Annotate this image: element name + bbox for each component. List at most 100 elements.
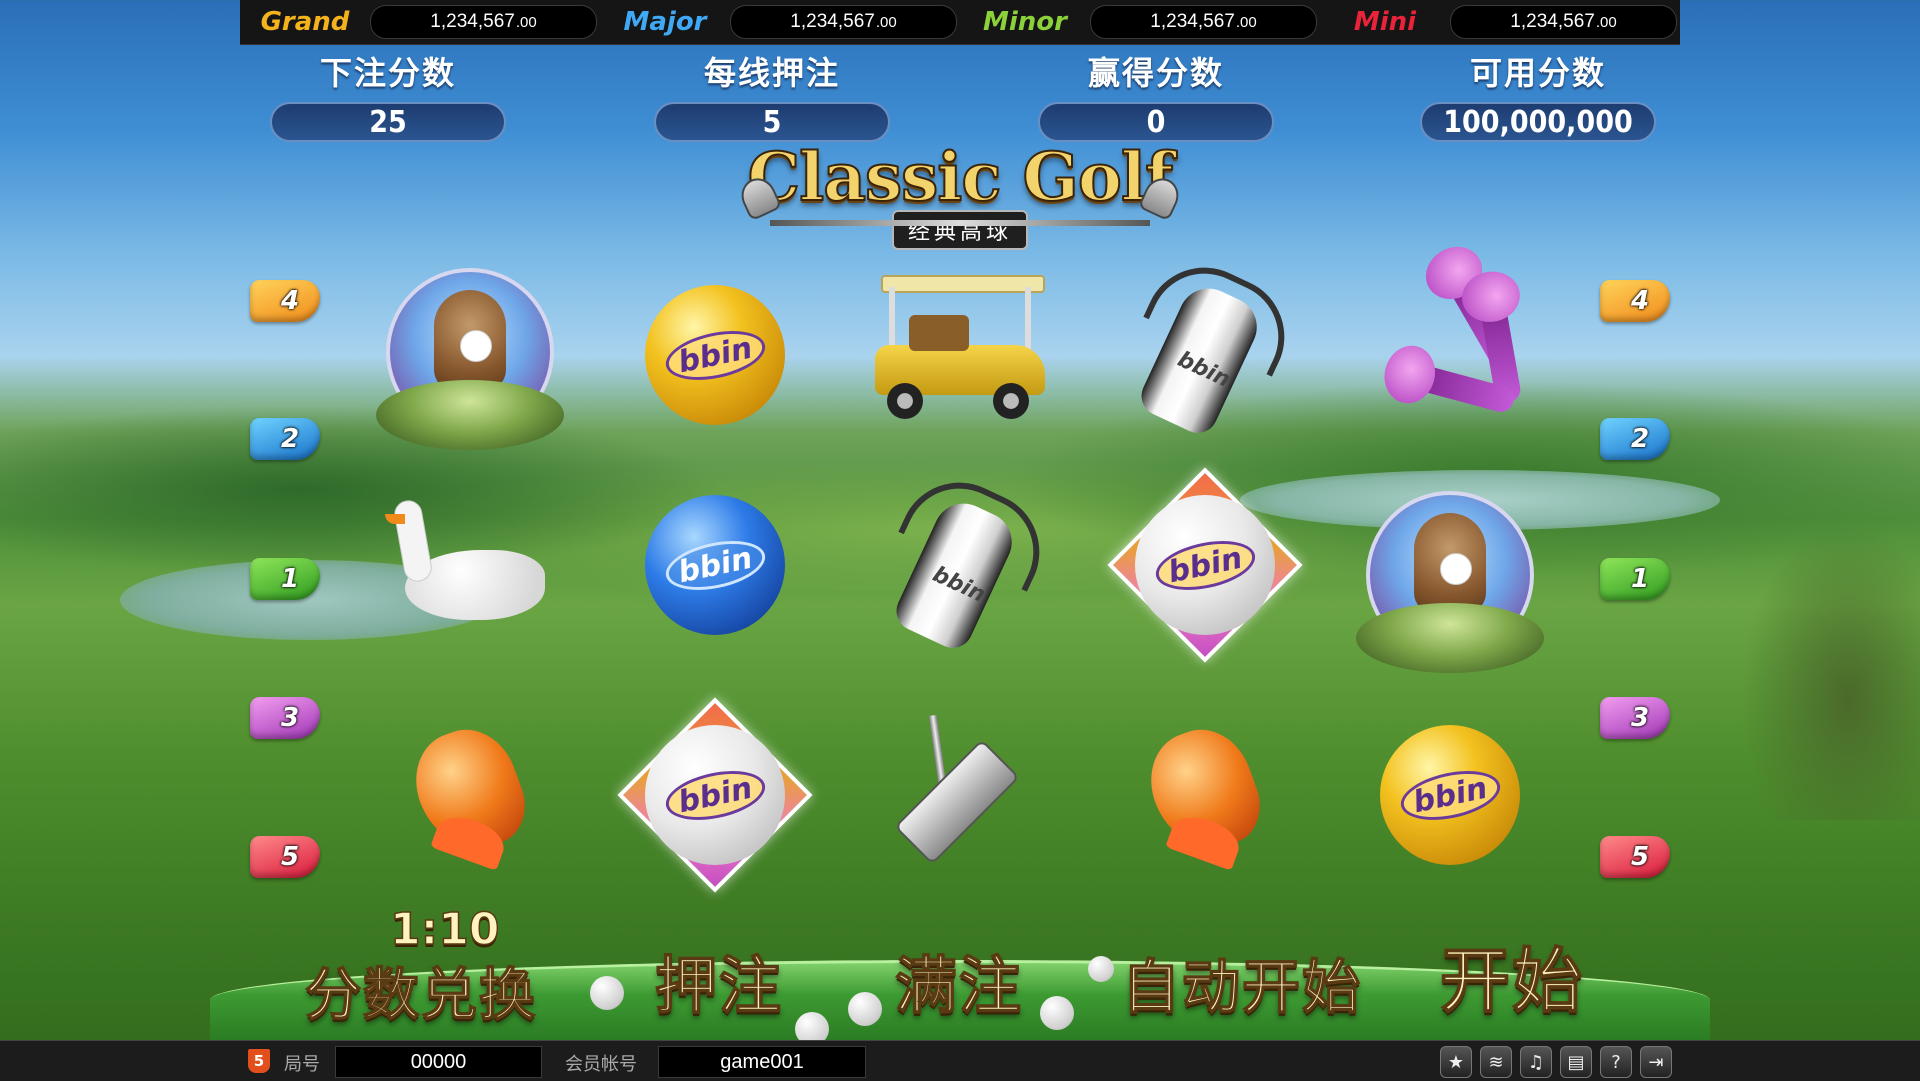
stat-bet-label: 下注分数 <box>319 54 456 92</box>
line-marker-left-5[interactable]: 5 <box>250 836 320 878</box>
golf-cart-icon <box>875 275 1045 425</box>
stat-win-value: 0 <box>1038 102 1274 142</box>
white-golf-ball-icon: bbin <box>1135 495 1275 635</box>
line-marker-left-3[interactable]: 3 <box>250 697 320 739</box>
reel-5-row-1-symbol <box>1355 255 1545 445</box>
logo-subtitle: 经典高球 <box>891 210 1028 250</box>
jackpot-value: 1,234,567.00 <box>730 5 957 39</box>
swan-icon <box>385 498 555 630</box>
reel-3-row-3-symbol <box>865 700 1055 890</box>
html5-icon: 5 <box>248 1049 270 1073</box>
start-button[interactable]: 开始 <box>1439 925 1584 1026</box>
putter-icon <box>885 714 1035 875</box>
gopher-nest-icon <box>1356 491 1544 673</box>
jackpot-minor: Minor 1,234,567.00 <box>960 0 1320 44</box>
line-number: 5 <box>1630 842 1650 872</box>
rss-icon[interactable]: ≋ <box>1480 1046 1512 1078</box>
golf-bag-icon: bbin <box>872 462 1060 663</box>
jackpot-mini: Mini 1,234,567.00 <box>1320 0 1680 44</box>
golf-tees-icon <box>1375 263 1525 425</box>
jackpot-bar: Grand 1,234,567.00 Major 1,234,567.00 Mi… <box>240 0 1680 45</box>
brand-text: bbin <box>661 762 769 828</box>
game-logo: Classic Golf 经典高球 <box>735 137 1185 250</box>
round-value: 00000 <box>335 1046 542 1078</box>
history-icon[interactable]: ▤ <box>1560 1046 1592 1078</box>
golf-ball-decoration <box>1040 996 1074 1030</box>
line-number: 3 <box>1630 703 1650 733</box>
exit-icon[interactable]: ⇥ <box>1640 1046 1672 1078</box>
line-number: 3 <box>280 703 300 733</box>
blue-golf-ball-icon: bbin <box>645 495 785 635</box>
line-marker-right-4[interactable]: 4 <box>1600 280 1670 322</box>
jackpot-label: Grand <box>260 7 350 37</box>
jackpot-label: Major <box>623 7 707 37</box>
reel-1-row-2-symbol <box>375 470 565 660</box>
brand-text: bbin <box>1396 762 1504 828</box>
reel-5-row-2-symbol <box>1355 480 1545 673</box>
jackpot-value: 1,234,567.00 <box>1450 5 1677 39</box>
help-icon[interactable]: ? <box>1600 1046 1632 1078</box>
golf-club-shaft <box>770 220 1150 226</box>
music-icon[interactable]: ♫ <box>1520 1046 1552 1078</box>
stat-win-label: 赢得分数 <box>1087 54 1224 92</box>
white-golf-ball-icon: bbin <box>645 725 785 865</box>
line-marker-right-3[interactable]: 3 <box>1600 697 1670 739</box>
reel-4-row-1-symbol: bbin <box>1110 247 1305 448</box>
gold-golf-ball-icon: bbin <box>1380 725 1520 865</box>
logo-title: Classic Golf <box>747 137 1175 217</box>
reel-3-row-1-symbol <box>865 255 1055 445</box>
line-number: 2 <box>280 424 300 454</box>
status-bar: 5 局号 00000 会员帐号 game001 ★ ≋ ♫ ▤ ? ⇥ <box>0 1040 1920 1081</box>
line-marker-left-1[interactable]: 1 <box>250 558 320 600</box>
bet-button[interactable]: 押注 <box>654 935 783 1025</box>
jackpot-major: Major 1,234,567.00 <box>600 0 960 44</box>
stat-credit: 可用分数 100,000,000 <box>1418 48 1658 142</box>
carp-fish-icon <box>395 710 545 871</box>
reel-2-row-3-symbol: bbin <box>617 697 813 893</box>
jackpot-value: 1,234,567.00 <box>370 5 597 39</box>
line-marker-left-4[interactable]: 4 <box>250 280 320 322</box>
line-marker-right-2[interactable]: 2 <box>1600 418 1670 460</box>
golf-bag-icon: bbin <box>1117 247 1305 448</box>
golf-ball-decoration <box>848 992 882 1026</box>
gopher-nest-icon <box>376 268 564 450</box>
brand-text: bbin <box>1151 532 1259 598</box>
background-reeds <box>1740 520 1920 820</box>
stat-line-bet: 每线押注 5 <box>652 48 892 142</box>
exchange-button[interactable]: 分数兑换 <box>304 950 537 1031</box>
line-marker-left-2[interactable]: 2 <box>250 418 320 460</box>
max-bet-button[interactable]: 满注 <box>894 935 1023 1025</box>
line-marker-right-5[interactable]: 5 <box>1600 836 1670 878</box>
account-label: 会员帐号 <box>565 1054 637 1075</box>
jackpot-label: Mini <box>1353 7 1417 37</box>
line-number: 1 <box>280 564 300 594</box>
reel-4-row-2-symbol: bbin <box>1107 467 1303 663</box>
brand-text: bbin <box>661 532 769 598</box>
line-number: 4 <box>1630 286 1650 316</box>
exchange-ratio: 1:10 <box>389 903 500 956</box>
reel-2-row-2-symbol: bbin <box>620 470 810 660</box>
stat-line-bet-label: 每线押注 <box>703 54 840 92</box>
auto-start-button[interactable]: 自动开始 <box>1121 940 1362 1024</box>
cashier-icon[interactable]: ★ <box>1440 1046 1472 1078</box>
jackpot-value: 1,234,567.00 <box>1090 5 1317 39</box>
golf-ball-decoration <box>1088 956 1114 982</box>
reel-4-row-3-symbol <box>1110 690 1300 880</box>
golf-ball-decoration <box>590 976 624 1010</box>
line-marker-right-1[interactable]: 1 <box>1600 558 1670 600</box>
reel-5-row-3-symbol: bbin <box>1355 700 1545 890</box>
line-number: 2 <box>1630 424 1650 454</box>
stat-bet-value: 25 <box>270 102 506 142</box>
brand-text: bbin <box>661 322 769 388</box>
round-label: 局号 <box>284 1054 320 1075</box>
gold-golf-ball-icon: bbin <box>645 285 785 425</box>
line-number: 5 <box>280 842 300 872</box>
reel-1-row-1-symbol <box>375 257 565 450</box>
stat-win: 赢得分数 0 <box>1036 48 1276 142</box>
account-value: game001 <box>658 1046 866 1078</box>
line-number: 4 <box>280 286 300 316</box>
reel-1-row-3-symbol <box>375 690 565 880</box>
stat-credit-label: 可用分数 <box>1469 54 1606 92</box>
jackpot-label: Minor <box>983 7 1067 37</box>
reel-2-row-1-symbol: bbin <box>620 260 810 450</box>
